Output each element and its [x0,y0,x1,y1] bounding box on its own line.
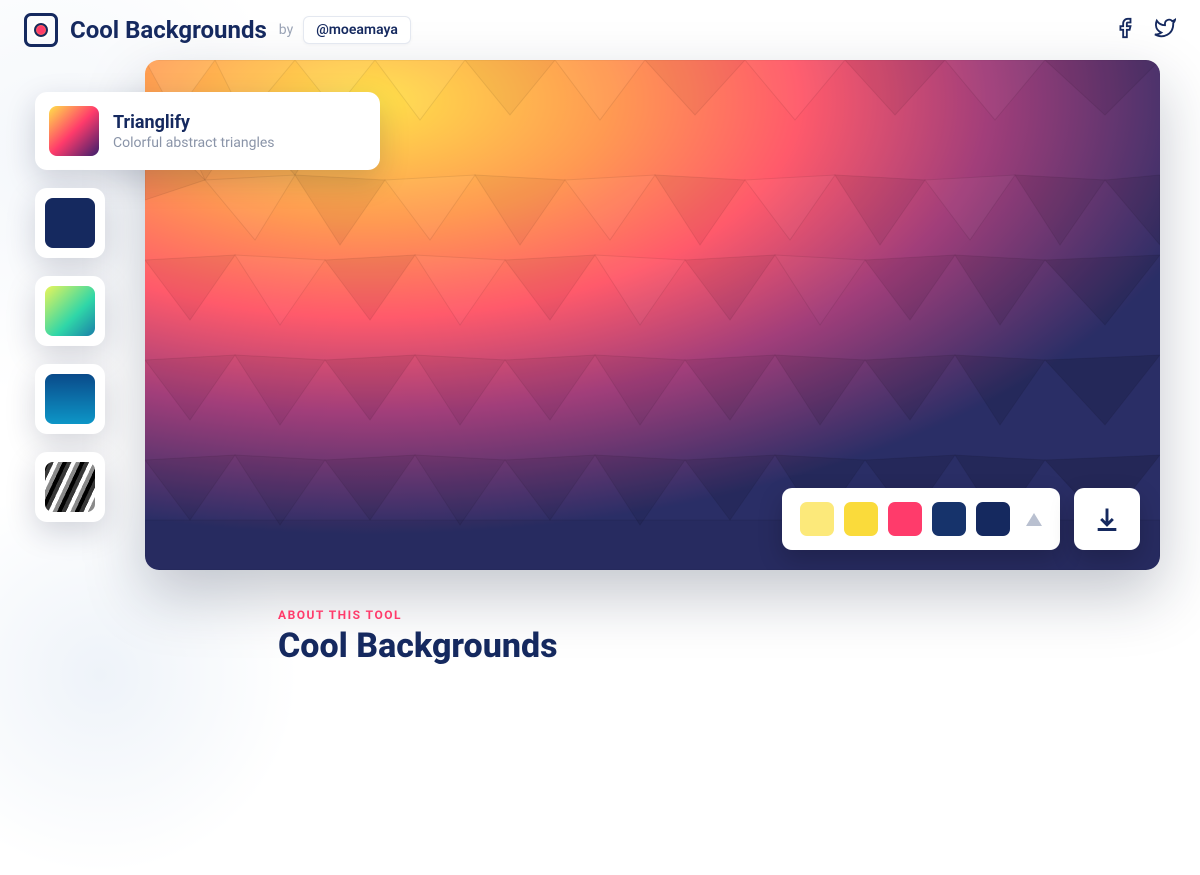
palette-chip-1[interactable] [800,502,834,536]
effect-swatch-trianglify [49,106,99,156]
facebook-icon[interactable] [1114,17,1136,43]
effect-swatch [45,286,95,336]
about-section: ABOUT THIS TOOL Cool Backgrounds [278,608,1200,666]
download-button[interactable] [1074,488,1140,550]
by-label: by [279,22,293,38]
effect-card-trianglify[interactable]: Trianglify Colorful abstract triangles [35,92,380,170]
effect-info: Trianglify Colorful abstract triangles [113,112,275,151]
expand-palette-icon[interactable] [1026,513,1042,526]
effect-card-particles[interactable] [35,188,105,258]
author-link[interactable]: @moeamaya [303,16,411,44]
app-logo[interactable] [24,13,58,47]
color-palette[interactable] [782,488,1060,550]
effect-swatch [45,198,95,248]
palette-chip-4[interactable] [932,502,966,536]
about-heading: Cool Backgrounds [278,626,1200,666]
effect-swatch [45,374,95,424]
download-icon [1093,505,1121,533]
effect-card-gradient[interactable] [35,364,105,434]
about-eyebrow: ABOUT THIS TOOL [278,608,1200,622]
brand-title: Cool Backgrounds [70,16,267,44]
effect-card-gradient-topography[interactable] [35,276,105,346]
effect-card-unsplash[interactable] [35,452,105,522]
canvas-controls [782,488,1140,550]
social-links [1114,17,1176,43]
palette-chip-2[interactable] [844,502,878,536]
palette-chip-3[interactable] [888,502,922,536]
header: Cool Backgrounds by @moeamaya [0,0,1200,50]
palette-chip-5[interactable] [976,502,1010,536]
effect-subtitle: Colorful abstract triangles [113,135,275,151]
effect-title: Trianglify [113,112,275,133]
effect-sidebar: Trianglify Colorful abstract triangles [35,92,380,522]
effect-swatch [45,462,95,512]
twitter-icon[interactable] [1154,17,1176,43]
app-logo-inner [32,21,50,39]
